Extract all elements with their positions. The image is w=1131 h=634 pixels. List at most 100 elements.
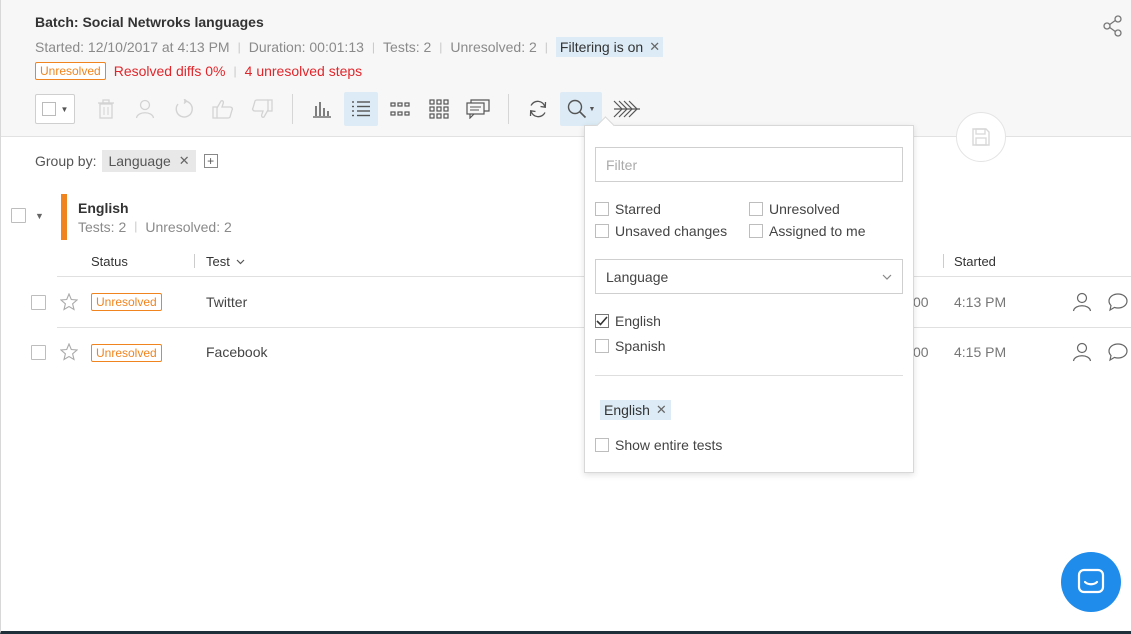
show-entire-tests-option[interactable]: Show entire tests bbox=[595, 437, 722, 453]
list-view-button[interactable] bbox=[344, 92, 378, 126]
comment-icon[interactable] bbox=[1108, 342, 1128, 362]
language-option-label: Spanish bbox=[615, 338, 666, 354]
row-checkbox[interactable] bbox=[31, 295, 46, 310]
starred-checkbox[interactable] bbox=[595, 202, 609, 216]
select-all-checkbox[interactable] bbox=[41, 102, 56, 116]
group-field-select-value: Language bbox=[606, 268, 669, 285]
star-icon[interactable] bbox=[60, 343, 78, 361]
filter-option-label: Starred bbox=[615, 201, 661, 217]
column-divider bbox=[194, 254, 195, 268]
group-color-bar bbox=[61, 194, 67, 240]
grid-large-view-button[interactable] bbox=[422, 92, 456, 126]
thumbs-down-icon bbox=[251, 99, 273, 118]
share-icon[interactable] bbox=[1102, 15, 1124, 37]
thumbs-up-icon bbox=[212, 100, 234, 119]
tests-count: Tests: 2 bbox=[383, 39, 432, 55]
search-filter-button[interactable]: ▼ bbox=[560, 92, 602, 126]
close-icon[interactable]: ✕ bbox=[656, 402, 667, 418]
test-name[interactable]: Facebook bbox=[206, 344, 267, 360]
trash-button[interactable] bbox=[89, 92, 123, 126]
selected-language-chip-label: English bbox=[604, 402, 650, 418]
undo-icon bbox=[175, 99, 193, 118]
filter-option-unresolved[interactable]: Unresolved bbox=[749, 201, 840, 217]
save-icon bbox=[972, 128, 990, 146]
chart-view-button[interactable] bbox=[305, 92, 339, 126]
meta-divider: | bbox=[237, 40, 241, 54]
group-name: English bbox=[78, 200, 129, 216]
search-icon bbox=[567, 99, 586, 119]
checkmark-icon bbox=[596, 316, 608, 326]
grid-large-icon bbox=[429, 99, 449, 119]
group-field-select[interactable]: Language bbox=[595, 259, 903, 294]
language-option-label: English bbox=[615, 313, 661, 329]
show-entire-checkbox[interactable] bbox=[595, 438, 609, 452]
group-by-bar: Group by: Language ✕ + bbox=[35, 150, 218, 172]
filter-option-label: Assigned to me bbox=[769, 223, 866, 239]
close-icon[interactable]: ✕ bbox=[179, 153, 190, 169]
group-by-label: Group by: bbox=[35, 153, 97, 169]
filter-option-unsaved[interactable]: Unsaved changes bbox=[595, 223, 727, 239]
close-icon[interactable]: ✕ bbox=[649, 39, 660, 55]
language-option-english[interactable]: English bbox=[595, 313, 661, 329]
resolved-diffs: Resolved diffs 0% bbox=[113, 63, 226, 79]
batch-header: Batch: Social Netwroks languages Started… bbox=[1, 0, 1131, 137]
chat-icon bbox=[1077, 568, 1105, 594]
started-cell: 4:15 PM bbox=[954, 344, 1007, 360]
status-badge: Unresolved bbox=[91, 293, 162, 311]
group-checkbox[interactable] bbox=[11, 208, 26, 223]
grid-small-icon bbox=[390, 102, 410, 116]
accept-button[interactable] bbox=[206, 92, 240, 126]
filter-option-label: Unresolved bbox=[769, 201, 840, 217]
user-icon[interactable] bbox=[1072, 292, 1092, 312]
comments-icon bbox=[466, 99, 490, 119]
comment-icon[interactable] bbox=[1108, 292, 1128, 312]
started-text: Started: 12/10/2017 at 4:13 PM bbox=[35, 39, 230, 55]
assigned-checkbox[interactable] bbox=[749, 224, 763, 238]
language-option-spanish[interactable]: Spanish bbox=[595, 338, 666, 354]
group-by-chip-label: Language bbox=[108, 153, 171, 169]
caret-down-icon[interactable]: ▼ bbox=[35, 211, 44, 221]
filter-dropdown: Starred Unresolved Unsaved changes Assig… bbox=[584, 125, 914, 473]
toolbar-divider bbox=[508, 94, 509, 124]
status-badge: Unresolved bbox=[35, 62, 106, 80]
user-icon[interactable] bbox=[1072, 342, 1092, 362]
filter-input[interactable] bbox=[595, 147, 903, 182]
select-all-dropdown[interactable]: ▼ bbox=[35, 94, 75, 124]
chat-launcher-button[interactable] bbox=[1061, 552, 1121, 612]
filtering-chip: Filtering is on ✕ bbox=[555, 37, 664, 57]
app-root: Batch: Social Netwroks languages Started… bbox=[0, 0, 1131, 634]
caret-down-icon: ▼ bbox=[588, 105, 596, 113]
refresh-button[interactable] bbox=[521, 92, 555, 126]
test-name[interactable]: Twitter bbox=[206, 294, 247, 310]
assign-user-button[interactable] bbox=[128, 92, 162, 126]
star-icon[interactable] bbox=[60, 293, 78, 311]
unsaved-checkbox[interactable] bbox=[595, 224, 609, 238]
add-group-button[interactable]: + bbox=[203, 154, 218, 168]
collapse-all-button[interactable] bbox=[607, 92, 647, 126]
started-cell: 4:13 PM bbox=[954, 294, 1007, 310]
bar-chart-icon bbox=[313, 102, 331, 118]
spanish-checkbox[interactable] bbox=[595, 339, 609, 353]
collapse-arrows-icon bbox=[613, 100, 640, 118]
group-meta-divider: | bbox=[134, 219, 138, 233]
english-checkbox[interactable] bbox=[595, 314, 609, 328]
group-meta: Tests: 2 | Unresolved: 2 bbox=[78, 219, 232, 235]
column-header-status[interactable]: Status bbox=[91, 254, 128, 269]
filter-option-starred[interactable]: Starred bbox=[595, 201, 661, 217]
group-unresolved-count: Unresolved: 2 bbox=[145, 219, 232, 235]
save-button[interactable] bbox=[956, 112, 1006, 162]
grid-small-view-button[interactable] bbox=[383, 92, 417, 126]
reject-button[interactable] bbox=[245, 92, 279, 126]
column-header-started[interactable]: Started bbox=[954, 254, 996, 269]
column-header-test[interactable]: Test bbox=[206, 254, 245, 269]
filter-option-assigned[interactable]: Assigned to me bbox=[749, 223, 866, 239]
caret-down-icon: ▼ bbox=[60, 104, 69, 114]
unresolved-checkbox[interactable] bbox=[749, 202, 763, 216]
revert-button[interactable] bbox=[167, 92, 201, 126]
row-checkbox[interactable] bbox=[31, 345, 46, 360]
show-entire-label: Show entire tests bbox=[615, 437, 723, 453]
batch-title: Batch: Social Netwroks languages bbox=[35, 14, 264, 30]
comments-view-button[interactable] bbox=[461, 92, 495, 126]
filter-option-label: Unsaved changes bbox=[615, 223, 728, 239]
selected-language-chip: English ✕ bbox=[600, 400, 671, 420]
